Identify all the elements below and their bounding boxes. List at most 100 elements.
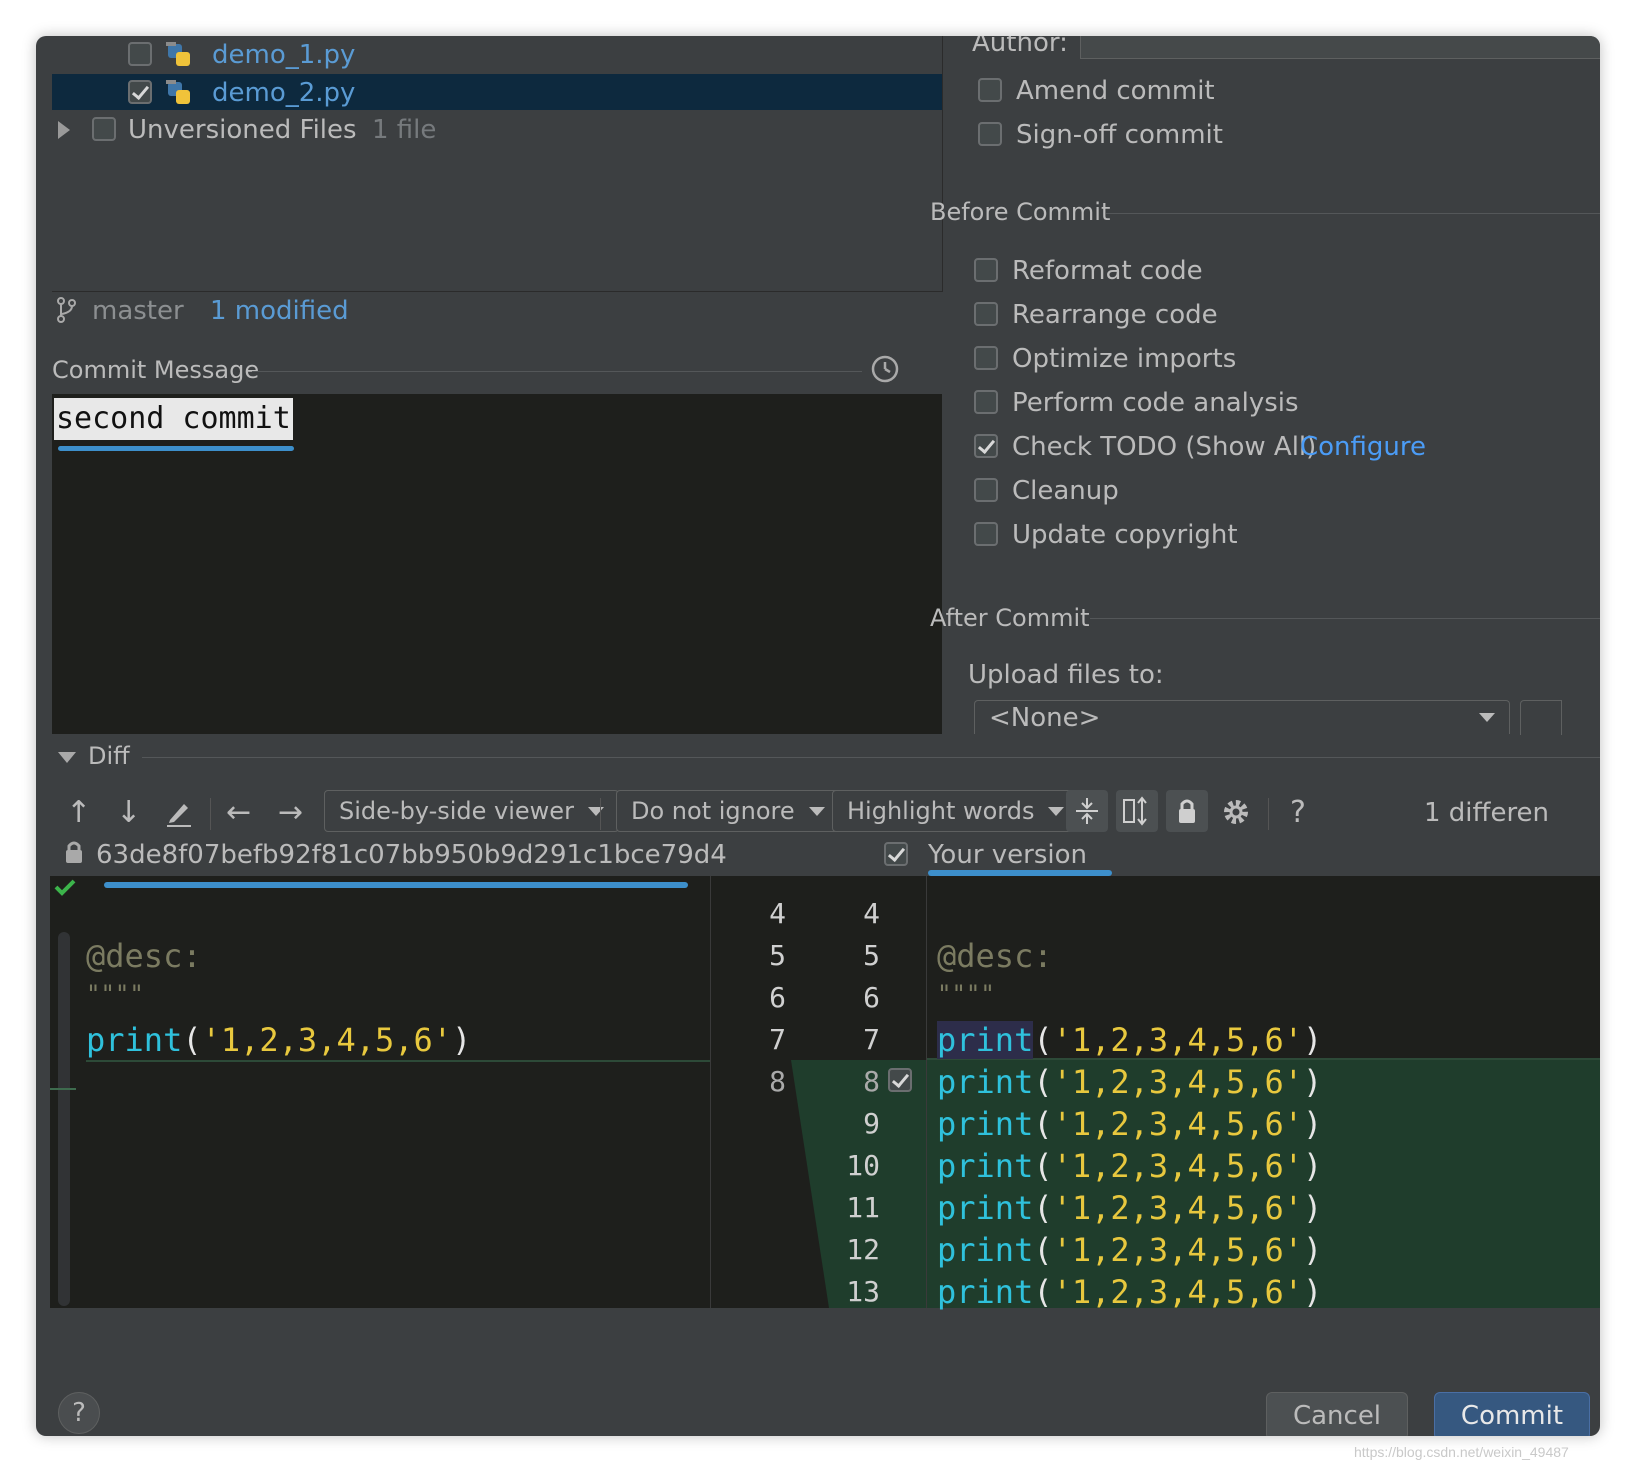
rearrange-code-label[interactable]: Rearrange code — [1012, 302, 1218, 328]
unversioned-checkbox[interactable] — [92, 117, 116, 141]
next-difference-icon[interactable]: ↓ — [116, 798, 141, 828]
code-line: print('1,2,3,4,5,6') — [86, 1024, 471, 1056]
cancel-button[interactable]: Cancel — [1266, 1392, 1408, 1436]
code-paren: ( — [1033, 1063, 1053, 1101]
optimize-imports-checkbox[interactable] — [974, 346, 998, 370]
optimize-imports-label[interactable]: Optimize imports — [1012, 346, 1236, 372]
diff-title: Diff — [88, 742, 130, 770]
amend-commit-checkbox[interactable] — [978, 78, 1002, 102]
edit-source-icon[interactable] — [164, 798, 194, 828]
code-analysis-label[interactable]: Perform code analysis — [1012, 390, 1299, 416]
commit-message-editor[interactable]: second commit — [52, 394, 942, 734]
upload-target-value: <None> — [989, 702, 1101, 733]
highlight-mode-select[interactable]: Highlight words — [832, 790, 1080, 832]
code-paren: ( — [182, 1021, 202, 1059]
commit-button[interactable]: Commit — [1434, 1392, 1590, 1436]
history-clock-icon[interactable] — [870, 354, 900, 384]
left-line-number: 7 — [769, 1023, 786, 1056]
left-scroll-indicator — [104, 882, 688, 888]
upload-config-button[interactable] — [1520, 700, 1562, 735]
branch-name[interactable]: master — [92, 298, 184, 324]
code-analysis-checkbox[interactable] — [974, 390, 998, 414]
right-editor[interactable]: @desc: """" print('1,2,3,4,5,6') print('… — [927, 876, 1600, 1308]
left-gutter-bar — [58, 932, 70, 1306]
configure-link[interactable]: Configure — [1300, 434, 1426, 460]
code-paren: ( — [1033, 1231, 1053, 1269]
code-paren: ( — [1033, 1105, 1053, 1143]
upload-target-select[interactable]: <None> — [974, 700, 1510, 734]
help-button[interactable]: ? — [58, 1392, 100, 1434]
upload-files-label: Upload files to: — [968, 660, 1164, 690]
code-keyword: print — [937, 1273, 1034, 1311]
code-line: """" — [86, 980, 144, 1008]
rearrange-code-checkbox[interactable] — [974, 302, 998, 326]
file-checkbox[interactable] — [128, 42, 152, 66]
code-string: '1,2,3,4,5,6' — [1052, 1105, 1304, 1143]
toolbar-separator — [600, 798, 601, 830]
file-checkbox[interactable] — [128, 80, 152, 104]
before-commit-title: Before Commit — [930, 198, 1111, 226]
sync-scroll-icon[interactable] — [1116, 790, 1158, 832]
unversioned-files-row[interactable]: Unversioned Files 1 file — [52, 112, 942, 148]
code-string: '1,2,3,4,5,6' — [1052, 1063, 1304, 1101]
code-keyword: print — [86, 1021, 183, 1059]
code-line: print('1,2,3,4,5,6') — [937, 1021, 1322, 1059]
lock-icon[interactable] — [1166, 790, 1208, 832]
viewer-select-value: Side-by-side viewer — [339, 797, 574, 825]
update-copyright-checkbox[interactable] — [974, 522, 998, 546]
signoff-commit-label[interactable]: Sign-off commit — [1016, 122, 1223, 148]
previous-file-icon[interactable]: ← — [226, 798, 251, 828]
author-field[interactable] — [1080, 36, 1600, 59]
viewer-select[interactable]: Side-by-side viewer — [324, 790, 619, 832]
previous-difference-icon[interactable]: ↑ — [66, 798, 91, 828]
help-icon[interactable]: ? — [1290, 798, 1306, 828]
code-string: '1,2,3,4,5,6' — [1052, 1231, 1304, 1269]
right-line-number: 8 — [863, 1065, 880, 1098]
check-todo-checkbox[interactable] — [974, 434, 998, 458]
code-line: print('1,2,3,4,5,6') — [937, 1150, 1322, 1182]
separator — [142, 757, 1600, 758]
cleanup-checkbox[interactable] — [974, 478, 998, 502]
code-string: '1,2,3,4,5,6' — [1052, 1273, 1304, 1311]
next-file-icon[interactable]: → — [278, 798, 303, 828]
reformat-code-checkbox[interactable] — [974, 258, 998, 282]
ignore-whitespace-select[interactable]: Do not ignore — [616, 790, 840, 832]
code-line: """" — [937, 980, 995, 1008]
settings-gear-icon[interactable] — [1220, 796, 1252, 828]
right-line-number: 13 — [846, 1275, 880, 1308]
toolbar-separator — [210, 798, 211, 830]
code-paren: ) — [1303, 1063, 1323, 1101]
your-version-title: Your version — [928, 840, 1087, 870]
include-change-checkbox[interactable] — [888, 1068, 912, 1092]
left-editor[interactable]: @desc: """" print('1,2,3,4,5,6') — [50, 876, 710, 1308]
code-string: '1,2,3,4,5,6' — [1052, 1189, 1304, 1227]
include-all-checkbox[interactable] — [884, 842, 908, 866]
after-commit-title: After Commit — [930, 604, 1090, 632]
code-paren: ) — [1303, 1147, 1323, 1185]
expand-arrow-icon[interactable] — [58, 121, 70, 139]
check-todo-label[interactable]: Check TODO (Show All) — [1012, 434, 1316, 460]
separator — [252, 371, 862, 372]
diff-collapse-arrow-icon[interactable] — [58, 752, 76, 763]
reformat-code-label[interactable]: Reformat code — [1012, 258, 1203, 284]
code-line: print('1,2,3,4,5,6') — [937, 1276, 1322, 1308]
signoff-commit-checkbox[interactable] — [978, 122, 1002, 146]
code-keyword: print — [937, 1021, 1034, 1059]
ignore-whitespace-value: Do not ignore — [631, 797, 795, 825]
file-row-demo-2[interactable]: demo_2.py — [52, 74, 942, 110]
code-string: '1,2,3,4,5,6' — [201, 1021, 453, 1059]
code-string: '1,2,3,4,5,6' — [1052, 1021, 1304, 1059]
modified-count[interactable]: 1 modified — [210, 298, 349, 324]
revision-lock-icon — [64, 840, 84, 864]
file-row-demo-1[interactable]: demo_1.py — [52, 36, 942, 72]
cleanup-label[interactable]: Cleanup — [1012, 478, 1119, 504]
collapse-unchanged-icon[interactable] — [1066, 790, 1108, 832]
right-line-number: 7 — [863, 1023, 880, 1056]
code-line: @desc: — [86, 937, 202, 975]
update-copyright-label[interactable]: Update copyright — [1012, 522, 1238, 548]
right-line-number: 4 — [863, 897, 880, 930]
diff-connector — [711, 876, 927, 1308]
amend-commit-label[interactable]: Amend commit — [1016, 78, 1215, 104]
left-line-number: 8 — [769, 1065, 786, 1098]
commit-message-label: Commit Message — [52, 356, 260, 384]
